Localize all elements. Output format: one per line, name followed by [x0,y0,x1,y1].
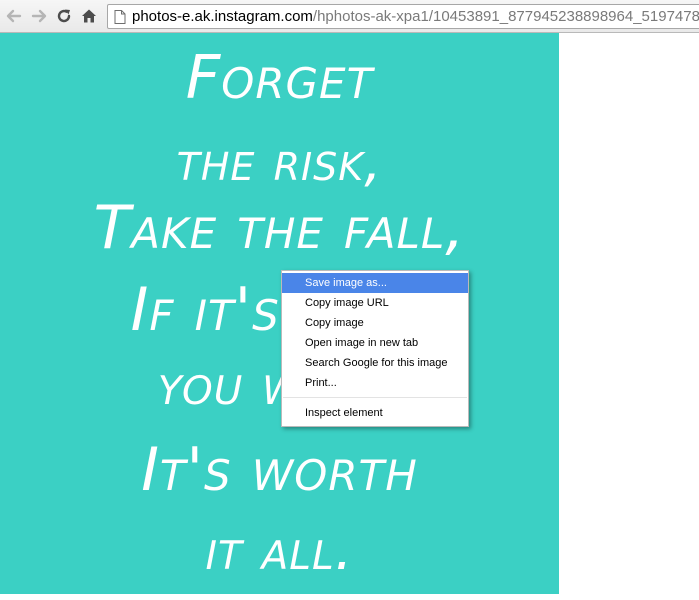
quote-line-5: you want, [157,353,402,418]
arrow-right-icon [31,9,47,23]
menu-item-search-google-for-image[interactable]: Search Google for this image [282,353,468,373]
quote-line-3: Take the fall, [93,193,466,263]
url-host: photos-e.ak.instagram.com [132,8,313,25]
page-icon [114,10,126,24]
quote-line-4: If it's what [130,275,429,345]
reload-button[interactable] [53,5,75,27]
quote-image[interactable]: Forget the risk, Take the fall, If it's … [0,33,559,594]
menu-separator [283,397,467,398]
quote-line-6: It's worth [141,435,418,505]
quote-line-2: the risk, [176,130,383,193]
context-menu: Save image as... Copy image URL Copy ima… [281,270,469,427]
menu-item-copy-image-url[interactable]: Copy image URL [282,293,468,313]
browser-toolbar: photos-e.ak.instagram.com/hphotos-ak-xpa… [0,0,699,33]
menu-item-copy-image[interactable]: Copy image [282,313,468,333]
back-button[interactable] [3,5,25,27]
home-icon [82,9,96,23]
menu-item-open-image-in-new-tab[interactable]: Open image in new tab [282,333,468,353]
url-path: /hphotos-ak-xpa1/10453891_87794523889896… [312,8,699,25]
home-button[interactable] [78,5,100,27]
quote-line-7: it all. [205,518,354,583]
address-bar[interactable]: photos-e.ak.instagram.com/hphotos-ak-xpa… [107,4,699,29]
quote-line-1: Forget [185,43,374,113]
forward-button[interactable] [28,5,50,27]
menu-item-save-image-as[interactable]: Save image as... [282,273,468,293]
url-text[interactable]: photos-e.ak.instagram.com/hphotos-ak-xpa… [132,8,699,26]
arrow-left-icon [6,9,22,23]
menu-item-inspect-element[interactable]: Inspect element [282,403,468,423]
reload-icon [57,9,71,23]
menu-item-print[interactable]: Print... [282,373,468,393]
